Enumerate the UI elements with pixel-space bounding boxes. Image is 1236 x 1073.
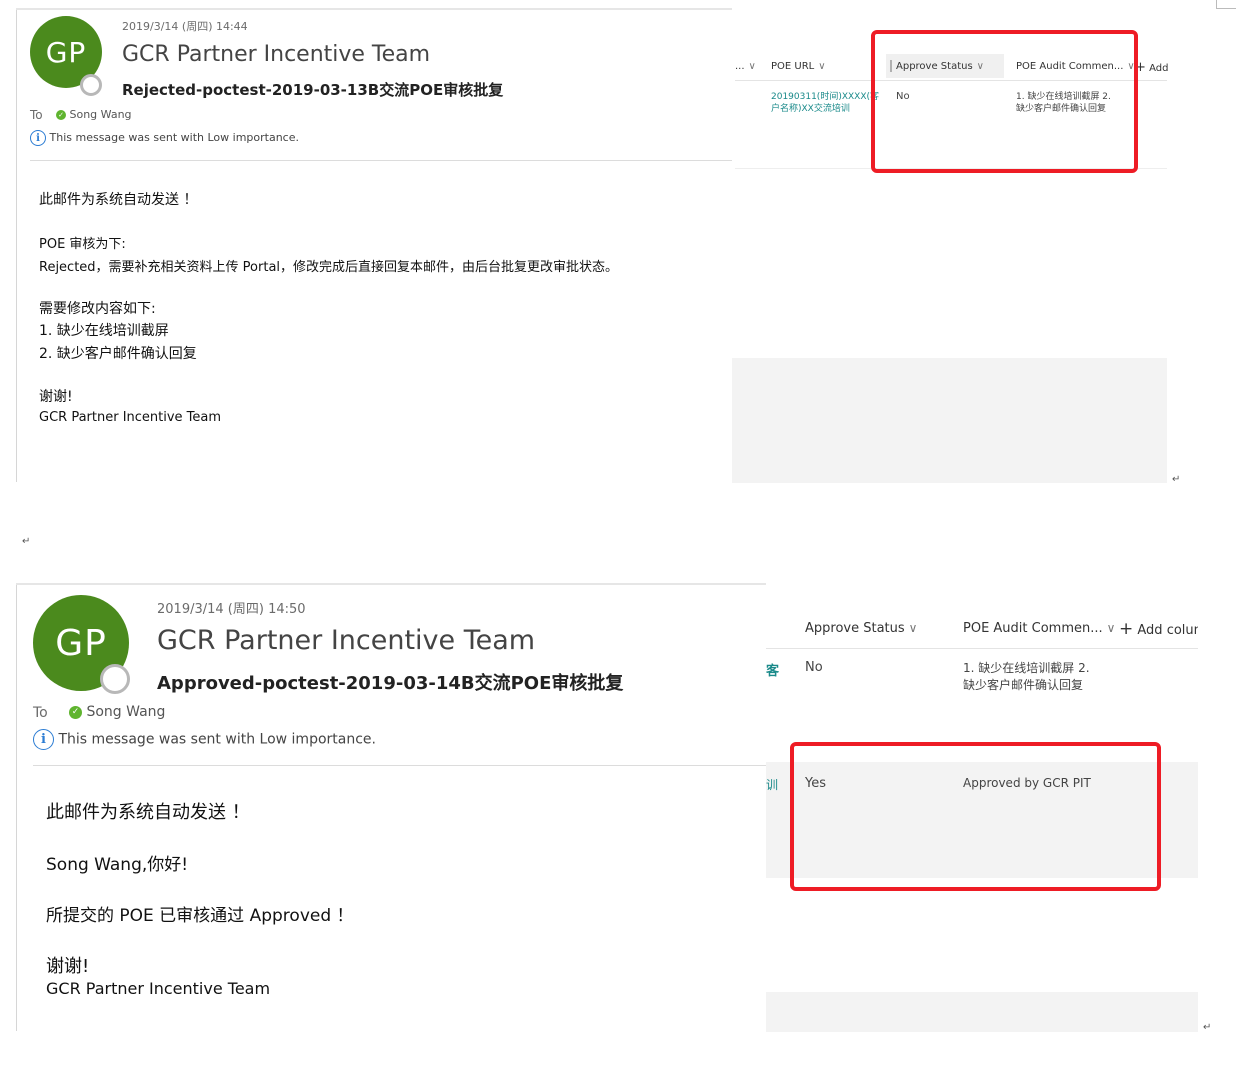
paragraph-mark: ↵ (22, 536, 31, 547)
comment-line: 缺少客户邮件确认回复 (963, 678, 1084, 692)
avatar-initials: GP (55, 622, 107, 664)
comment-line: 1. 缺少在线培训截屏 2. (963, 661, 1090, 675)
approve-status-cell[interactable]: No (805, 660, 823, 675)
info-icon: i (33, 729, 54, 750)
page-corner-mark (1216, 0, 1236, 9)
online-check-icon: ✓ (69, 705, 82, 719)
online-check-icon: ✓ (56, 110, 66, 120)
body-line: GCR Partner Incentive Team (39, 410, 222, 425)
top-divider (16, 8, 732, 10)
empty-list-area (732, 358, 1167, 483)
add-column-label: Add colum (1137, 623, 1198, 638)
poe-url-link[interactable]: 20190311(时间)XXXX(客 户名称)XX交流培训 (771, 91, 879, 115)
add-column-button[interactable]: + Add (1135, 60, 1168, 75)
body-line: 所提交的 POE 已审核通过 Approved ！ (46, 906, 354, 926)
add-column-button[interactable]: + Add colum (1119, 619, 1198, 639)
empty-list-area (766, 992, 1198, 1032)
body-line: 谢谢! (39, 389, 73, 405)
importance-text: This message was sent with Low importanc… (49, 131, 300, 144)
body-line: 此邮件为系统自动发送 ！ (39, 192, 198, 208)
header-divider (30, 160, 732, 161)
info-icon: i (30, 130, 46, 146)
body-line: 需要修改内容如下: (39, 301, 156, 317)
importance-note: i This message was sent with Low importa… (33, 729, 376, 750)
body-line: Rejected，需要补充相关资料上传 Portal，修改完成后直接回复本邮件，… (39, 260, 619, 275)
chevron-down-icon: ∨ (908, 621, 918, 635)
left-border (16, 10, 17, 482)
column-header-approve-status[interactable]: Approve Status ∨ (805, 621, 917, 636)
audit-comment-cell[interactable]: 1. 缺少在线培训截屏 2. 缺少客户邮件确认回复 (963, 660, 1090, 694)
body-line: 谢谢! (46, 956, 90, 977)
body-line: GCR Partner Incentive Team (46, 979, 271, 998)
top-divider (16, 583, 766, 585)
partial-link-cell[interactable]: 客 (766, 660, 779, 679)
column-header-poe-url[interactable]: POE URL ∨ (771, 61, 826, 72)
importance-note: i This message was sent with Low importa… (30, 130, 299, 146)
body-line: POE 审核为下: (39, 237, 126, 252)
link-line: 20190311(时间)XXXX(客 (771, 92, 880, 102)
highlight-box (790, 742, 1161, 891)
column-partial-label: ... (735, 61, 745, 72)
email-subject: Approved-poctest-2019-03-14B交流POE审核批复 (157, 673, 624, 694)
presence-status-icon (80, 74, 102, 96)
link-line: 户名称)XX交流培训 (771, 104, 850, 114)
recipient-name: Song Wang (69, 108, 132, 121)
add-column-label: Add (1149, 63, 1169, 74)
column-label: POE Audit Commen... (963, 621, 1103, 636)
plus-icon: + (1119, 619, 1134, 639)
partial-link-cell[interactable]: 训 (766, 776, 778, 793)
recipient-name: Song Wang (86, 704, 166, 720)
paragraph-mark: ↵ (1172, 474, 1181, 485)
column-label: POE URL (771, 61, 815, 72)
presence-status-icon (100, 664, 130, 694)
body-line: 2. 缺少客户邮件确认回复 (39, 346, 197, 362)
sender-name[interactable]: GCR Partner Incentive Team (122, 42, 430, 67)
body-line: Song Wang,你好! (46, 855, 189, 875)
recipient-chip[interactable]: ✓ Song Wang (56, 108, 132, 121)
chevron-down-icon: ∨ (1106, 621, 1116, 635)
recipient-chip[interactable]: ✓ Song Wang (69, 704, 165, 720)
importance-text: This message was sent with Low importanc… (58, 731, 376, 748)
chevron-down-icon: ∨ (748, 61, 756, 72)
paragraph-mark: ↵ (1203, 1022, 1212, 1033)
highlight-box (871, 30, 1138, 173)
email-subject: Rejected-poctest-2019-03-13B交流POE审核批复 (122, 81, 504, 99)
body-line: 1. 缺少在线培训截屏 (39, 323, 169, 339)
column-header-partial[interactable]: ... ∨ (735, 61, 756, 72)
avatar-initials: GP (45, 35, 87, 69)
header-row-divider (766, 648, 1198, 649)
column-header-audit-comment[interactable]: POE Audit Commen... ∨ (963, 621, 1115, 636)
left-border (16, 585, 17, 1031)
chevron-down-icon: ∨ (818, 61, 826, 72)
to-label: To (30, 108, 43, 122)
email-datetime: 2019/3/14 (周四) 14:50 (157, 602, 306, 617)
sender-name[interactable]: GCR Partner Incentive Team (157, 625, 535, 656)
body-line: 此邮件为系统自动发送 ！ (46, 802, 250, 823)
column-label: Approve Status (805, 621, 905, 636)
email-datetime: 2019/3/14 (周四) 14:44 (122, 20, 248, 33)
to-label: To (33, 705, 48, 721)
header-divider (33, 765, 766, 766)
